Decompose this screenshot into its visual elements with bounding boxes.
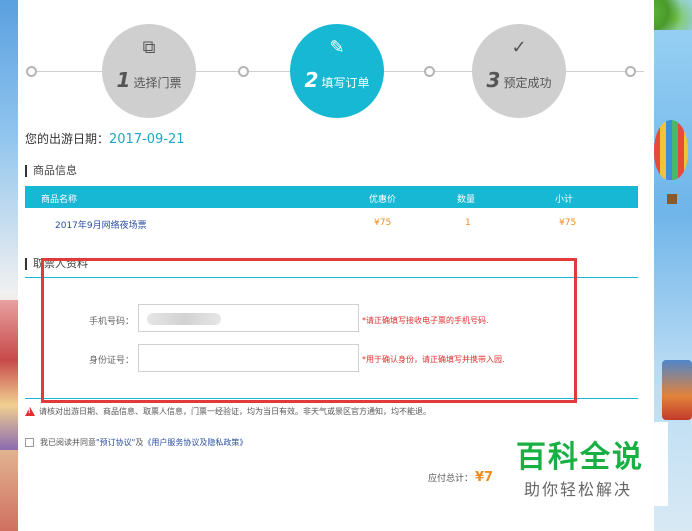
progress-dot xyxy=(625,66,636,77)
progress-dot xyxy=(424,66,435,77)
total-payable: 应付总计： ¥7 xyxy=(428,470,493,485)
watermark-title: 百科全说 xyxy=(516,440,644,475)
watermark-logo: 百科全说 助你轻松解决 xyxy=(508,422,668,506)
product-quantity: 1 xyxy=(465,218,471,228)
rollercoaster-illustration xyxy=(662,360,692,420)
column-header: 优惠价 xyxy=(369,195,397,205)
step-fill-order: ✎ 2 填写订单 xyxy=(290,24,384,118)
step-number: 2 xyxy=(304,68,319,92)
step-number: 3 xyxy=(486,68,501,92)
trip-date-label: 您的出游日期： xyxy=(25,132,110,146)
agreement-row: 我已阅读并同意"预订协议"及《用户服务协议及隐私政策》 xyxy=(25,437,247,448)
background-town-illustration xyxy=(0,300,18,450)
step-label: 预定成功 xyxy=(503,76,552,90)
column-header: 数量 xyxy=(457,195,476,205)
check-icon: ✓ xyxy=(511,37,527,58)
progress-steps: ⧉ 1 选择门票 ✎ 2 填写订单 ✓ 3 预定成功 xyxy=(18,22,654,122)
product-price: ¥75 xyxy=(374,218,392,228)
step-booking-success: ✓ 3 预定成功 xyxy=(472,24,566,118)
background-sky-left xyxy=(0,0,18,531)
highlight-box xyxy=(41,258,577,403)
step-label: 填写订单 xyxy=(321,76,370,90)
product-table-header: 商品名称 优惠价 数量 小计 xyxy=(25,186,638,208)
ticket-icon: ⧉ xyxy=(142,37,156,58)
warning-icon xyxy=(25,407,35,416)
trip-date-value: 2017-09-21 xyxy=(109,132,185,147)
warning-notice: 请核对出游日期、商品信息、取票人信息，门票一经验证，均为当日有效。非天气或景区官… xyxy=(25,406,431,417)
product-name: 2017年9月网络夜场票 xyxy=(55,221,147,231)
progress-dot xyxy=(26,66,37,77)
total-label: 应付总计： xyxy=(428,474,474,484)
step-select-ticket: ⧉ 1 选择门票 xyxy=(102,24,196,118)
table-row: 2017年9月网络夜场票 ¥75 1 ¥75 xyxy=(25,212,638,234)
product-subtotal: ¥75 xyxy=(559,218,577,228)
product-section-title: 商品信息 xyxy=(25,165,77,177)
step-number: 1 xyxy=(116,68,131,92)
step-label: 选择门票 xyxy=(133,76,182,90)
warning-text: 请核对出游日期、商品信息、取票人信息，门票一经验证，均为当日有效。非天气或景区官… xyxy=(39,407,431,416)
agreement-checkbox[interactable] xyxy=(25,438,34,447)
privacy-policy-link[interactable]: 《用户服务协议及隐私政策》 xyxy=(143,438,247,447)
hot-air-balloon-illustration xyxy=(654,120,690,210)
edit-icon: ✎ xyxy=(329,37,345,58)
column-header: 小计 xyxy=(555,195,574,205)
trip-date: 您的出游日期：2017-09-21 xyxy=(25,130,185,147)
agreement-text: 我已阅读并同意 xyxy=(40,438,96,447)
progress-dot xyxy=(238,66,249,77)
watermark-subtitle: 助你轻松解决 xyxy=(524,480,633,499)
booking-agreement-link[interactable]: "预订协议" xyxy=(96,438,135,447)
column-header: 商品名称 xyxy=(41,195,78,205)
total-amount: ¥7 xyxy=(475,470,494,485)
